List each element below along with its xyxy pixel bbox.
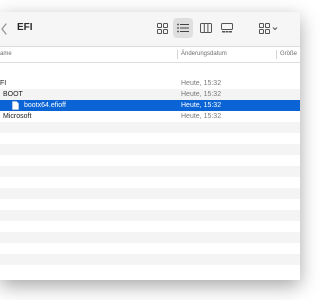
item-name: Microsoft [3,113,32,120]
column-header-name[interactable]: ame [0,47,12,62]
columns-icon [200,23,212,33]
item-date: Heute, 15:32 [181,80,222,87]
empty-row [0,177,300,188]
empty-row [0,166,300,177]
file-list: FI Heute, 15:32 BOOT Heute, 15:32 bootx6… [0,78,300,122]
grid-icon [156,22,168,34]
empty-list-area [0,122,300,265]
toolbar: EFI [0,12,300,47]
item-name: bootx64.efioff [24,102,66,109]
window-title: EFI [17,22,33,33]
empty-row [0,199,300,210]
column-header: ame Änderungsdatum Größe [0,47,300,63]
list-view-button[interactable] [173,18,193,38]
empty-row [0,254,300,265]
column-divider[interactable] [177,50,178,59]
finder-window: EFI ame Änderungsdatum Größe FI Heute, 1… [0,12,300,280]
group-grid-icon [259,22,279,34]
column-view-button[interactable] [197,18,215,38]
empty-row [0,210,300,221]
list-icon [177,23,189,33]
item-name: FI [0,80,7,87]
list-item[interactable]: bootx64.efioff Heute, 15:32 [0,100,300,111]
list-item[interactable]: BOOT Heute, 15:32 [0,89,300,100]
list-item[interactable]: Microsoft Heute, 15:32 [0,111,300,122]
column-divider[interactable] [276,50,277,59]
empty-row [0,133,300,144]
back-chevron-icon[interactable] [0,21,10,37]
group-button[interactable] [257,18,281,38]
item-date: Heute, 15:32 [181,102,222,109]
gallery-icon [221,23,233,33]
empty-row [0,122,300,133]
empty-row [0,155,300,166]
empty-row [0,232,300,243]
item-date: Heute, 15:32 [181,113,222,120]
column-header-size[interactable]: Größe [280,47,297,62]
column-header-date[interactable]: Änderungsdatum [181,47,227,62]
empty-row [0,243,300,254]
icon-view-button[interactable] [153,18,171,38]
item-date: Heute, 15:32 [181,91,222,98]
gallery-view-button[interactable] [218,18,236,38]
empty-row [0,144,300,155]
item-name: BOOT [3,91,23,98]
empty-row [0,221,300,232]
empty-row [0,188,300,199]
list-item[interactable]: FI Heute, 15:32 [0,78,300,89]
